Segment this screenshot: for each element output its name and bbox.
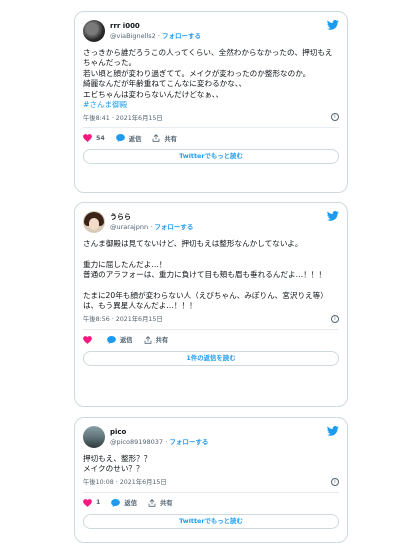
display-name[interactable]: pico (110, 427, 208, 437)
share-label: 共有 (164, 135, 177, 143)
display-name[interactable]: rrr i000 (110, 21, 201, 31)
tweet-text: 押切もえ、整形？？ メイクのせい？？ (83, 454, 152, 474)
handle-line: @pico89198037 · フォローする (110, 437, 208, 447)
share-label: 共有 (159, 500, 173, 508)
like-count: 54 (96, 134, 105, 142)
read-more-button[interactable]: Twitterでもっと読む (83, 149, 339, 165)
like-button[interactable] (83, 335, 96, 344)
reply-icon (115, 134, 125, 143)
author-block: rrr i000 @viaBignells2 · フォローする (110, 21, 201, 41)
reply-button[interactable]: 返信 (107, 335, 133, 344)
like-button[interactable]: 54 (83, 134, 105, 143)
tweet-header: うらら @urarajpnn · フォローする (83, 209, 339, 235)
follow-button[interactable]: フォローする (154, 223, 193, 231)
timestamp-row: 午後10:08 · 2021年6月15日 i (83, 477, 339, 487)
reply-label: 返信 (128, 135, 142, 143)
timestamp[interactable]: 午後8:41 · 2021年6月15日 (83, 113, 163, 122)
tweet-card: うらら @urarajpnn · フォローする さんま御殿は見てないけど、押切も… (74, 202, 348, 407)
heart-icon (83, 498, 92, 507)
reply-label: 返信 (120, 337, 133, 345)
share-button[interactable]: 共有 (152, 134, 177, 143)
timestamp[interactable]: 午後8:56 · 2021年6月15日 (83, 314, 163, 323)
separator: · (150, 223, 153, 231)
handle-line: @viaBignells2 · フォローする (110, 31, 201, 41)
action-bar: 1 返信 共有 (83, 497, 339, 509)
display-name[interactable]: うらら (110, 212, 193, 222)
share-button[interactable]: 共有 (144, 335, 169, 345)
like-button[interactable]: 1 (83, 498, 101, 507)
tweet-text: さっきから誰だろうこの人ってくらい、全然わからなかったの、押切もえちゃんだった。… (83, 48, 339, 110)
divider (83, 127, 339, 129)
separator: · (157, 32, 160, 40)
like-count: 1 (96, 499, 101, 507)
read-more-button[interactable]: Twitterでもっと読む (83, 513, 339, 529)
divider (83, 491, 339, 493)
share-label: 共有 (155, 337, 169, 345)
tweet-header: rrr i000 @viaBignells2 · フォローする (83, 18, 339, 44)
reply-icon (107, 335, 116, 344)
tweet-body: さっきから誰だろうこの人ってくらい、全然わからなかったの、押切もえちゃんだった。… (83, 48, 333, 99)
info-icon[interactable]: i (331, 477, 339, 486)
timestamp-row: 午後8:56 · 2021年6月15日 i (83, 314, 339, 324)
handle[interactable]: @urarajpnn (110, 223, 148, 231)
handle[interactable]: @pico89198037 (110, 438, 163, 446)
twitter-bird-icon[interactable] (327, 211, 339, 221)
info-icon[interactable]: i (331, 314, 339, 323)
read-replies-button[interactable]: 1件の返信を読む (83, 350, 339, 366)
timestamp-row: 午後8:41 · 2021年6月15日 i (83, 112, 339, 122)
action-bar: 返信 共有 (83, 334, 339, 346)
reply-icon (111, 498, 121, 507)
tweet-text: さんま御殿は見てないけど、押切もえは整形なんかしてないよ。 重力に屈したんだよ…… (83, 239, 328, 311)
share-icon (152, 134, 160, 143)
reply-button[interactable]: 返信 (111, 498, 137, 507)
divider (83, 328, 339, 330)
follow-button[interactable]: フォローする (169, 438, 208, 446)
heart-icon (83, 134, 92, 143)
tweet-header: pico @pico89198037 · フォローする (83, 424, 339, 450)
follow-button[interactable]: フォローする (162, 32, 201, 40)
handle[interactable]: @viaBignells2 (110, 32, 156, 40)
hashtag-link[interactable]: #さんま御殿 (83, 100, 127, 109)
avatar[interactable] (83, 211, 105, 233)
separator: · (165, 438, 168, 446)
author-block: pico @pico89198037 · フォローする (110, 427, 208, 447)
action-bar: 54 返信 共有 (83, 132, 339, 144)
tweet-card: pico @pico89198037 · フォローする 押切もえ、整形？？ メイ… (74, 417, 348, 543)
reply-label: 返信 (124, 500, 137, 508)
avatar[interactable] (83, 20, 105, 42)
share-button[interactable]: 共有 (148, 498, 173, 507)
avatar[interactable] (83, 426, 105, 448)
handle-line: @urarajpnn · フォローする (110, 222, 193, 232)
timestamp[interactable]: 午後10:08 · 2021年6月15日 (83, 477, 167, 486)
heart-icon (83, 335, 92, 344)
info-icon[interactable]: i (331, 113, 339, 122)
author-block: うらら @urarajpnn · フォローする (110, 212, 193, 232)
tweet-card: rrr i000 @viaBignells2 · フォローする さっきから誰だろ… (74, 11, 348, 193)
share-icon (148, 498, 156, 507)
twitter-bird-icon[interactable] (327, 426, 339, 436)
twitter-bird-icon[interactable] (327, 20, 339, 30)
reply-button[interactable]: 返信 (115, 134, 142, 143)
share-icon (144, 335, 152, 344)
